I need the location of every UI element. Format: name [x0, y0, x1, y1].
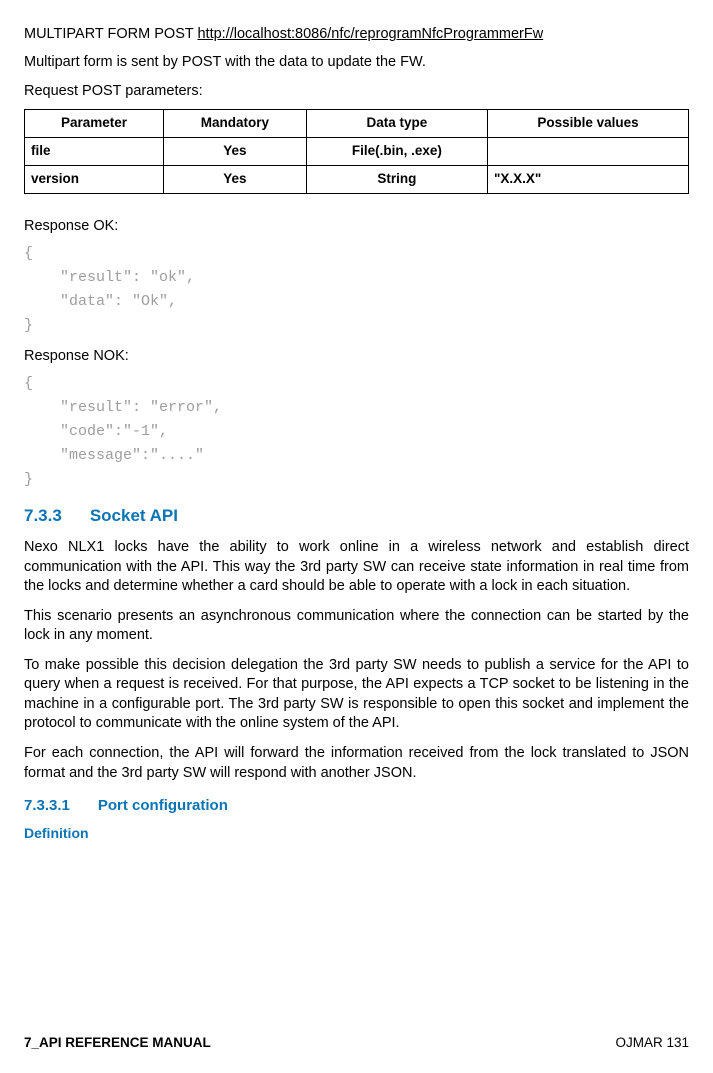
table-header-row: Parameter Mandatory Data type Possible v…: [25, 109, 689, 137]
cell-possible: "X.X.X": [487, 165, 688, 193]
method-prefix: MULTIPART FORM POST: [24, 26, 197, 42]
response-ok-label: Response OK:: [24, 216, 689, 236]
th-datatype: Data type: [306, 109, 487, 137]
request-url: http://localhost:8086/nfc/reprogramNfcPr…: [197, 26, 543, 42]
th-possible: Possible values: [487, 109, 688, 137]
request-method-line: MULTIPART FORM POST http://localhost:808…: [24, 24, 689, 44]
subsection-title: Port configuration: [98, 797, 228, 814]
cell-mandatory: Yes: [163, 137, 306, 165]
section-paragraph: For each connection, the API will forwar…: [24, 744, 689, 783]
table-row: version Yes String "X.X.X": [25, 165, 689, 193]
params-table: Parameter Mandatory Data type Possible v…: [24, 109, 689, 194]
footer-right: OJMAR 131: [615, 1034, 689, 1053]
table-row: file Yes File(.bin, .exe): [25, 137, 689, 165]
cell-parameter: version: [25, 165, 164, 193]
request-description: Multipart form is sent by POST with the …: [24, 52, 689, 72]
response-nok-code: { "result": "error", "code":"-1", "messa…: [24, 372, 689, 492]
th-mandatory: Mandatory: [163, 109, 306, 137]
cell-datatype: File(.bin, .exe): [306, 137, 487, 165]
subsection-heading: 7.3.3.1 Port configuration: [24, 795, 689, 816]
response-ok-code: { "result": "ok", "data": "Ok", }: [24, 242, 689, 338]
cell-parameter: file: [25, 137, 164, 165]
cell-datatype: String: [306, 165, 487, 193]
page-footer: 7_API REFERENCE MANUAL OJMAR 131: [24, 1034, 689, 1053]
request-params-label: Request POST parameters:: [24, 81, 689, 101]
cell-possible: [487, 137, 688, 165]
section-heading: 7.3.3 Socket API: [24, 504, 689, 528]
th-parameter: Parameter: [25, 109, 164, 137]
section-paragraph: This scenario presents an asynchronous c…: [24, 607, 689, 646]
cell-mandatory: Yes: [163, 165, 306, 193]
definition-label: Definition: [24, 824, 689, 844]
section-paragraph: To make possible this decision delegatio…: [24, 656, 689, 734]
section-title: Socket API: [90, 506, 178, 525]
subsection-number: 7.3.3.1: [24, 797, 70, 814]
response-nok-label: Response NOK:: [24, 346, 689, 366]
section-number: 7.3.3: [24, 506, 62, 525]
section-paragraph: Nexo NLX1 locks have the ability to work…: [24, 538, 689, 597]
footer-left: 7_API REFERENCE MANUAL: [24, 1034, 211, 1053]
